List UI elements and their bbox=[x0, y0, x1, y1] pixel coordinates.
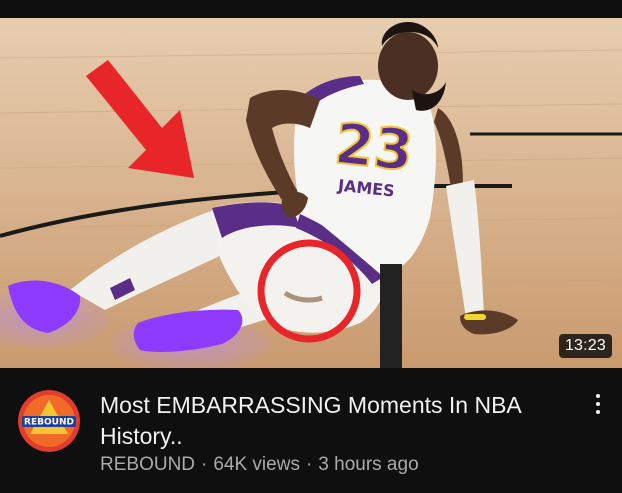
video-subline: REBOUND · 64K views · 3 hours ago bbox=[100, 454, 419, 476]
separator: · bbox=[305, 454, 313, 475]
duration-badge: 13:23 bbox=[558, 334, 612, 358]
video-meta: REBOUND Most EMBARRASSING Moments In NBA… bbox=[0, 368, 622, 493]
rebound-logo-icon: REBOUND bbox=[18, 390, 80, 452]
more-options-button[interactable] bbox=[586, 390, 610, 418]
top-bar bbox=[0, 0, 622, 18]
separator: · bbox=[201, 454, 208, 475]
more-vert-icon bbox=[596, 394, 600, 398]
thumbnail-image: 23 JAMES bbox=[0, 18, 622, 368]
more-vert-icon-dot bbox=[596, 402, 600, 406]
upload-age: 3 hours ago bbox=[318, 454, 419, 475]
view-count: 64K views bbox=[213, 454, 300, 475]
channel-avatar[interactable]: REBOUND bbox=[18, 390, 80, 452]
video-thumbnail[interactable]: 23 JAMES 13:23 bbox=[0, 18, 622, 368]
jersey-number: 23 bbox=[332, 112, 416, 185]
avatar-logo-text: REBOUND bbox=[24, 418, 74, 428]
channel-name[interactable]: REBOUND bbox=[100, 454, 195, 475]
more-vert-icon-dot bbox=[596, 410, 600, 414]
video-title[interactable]: Most EMBARRASSING Moments In NBA History… bbox=[100, 390, 540, 452]
player-head bbox=[378, 32, 438, 100]
